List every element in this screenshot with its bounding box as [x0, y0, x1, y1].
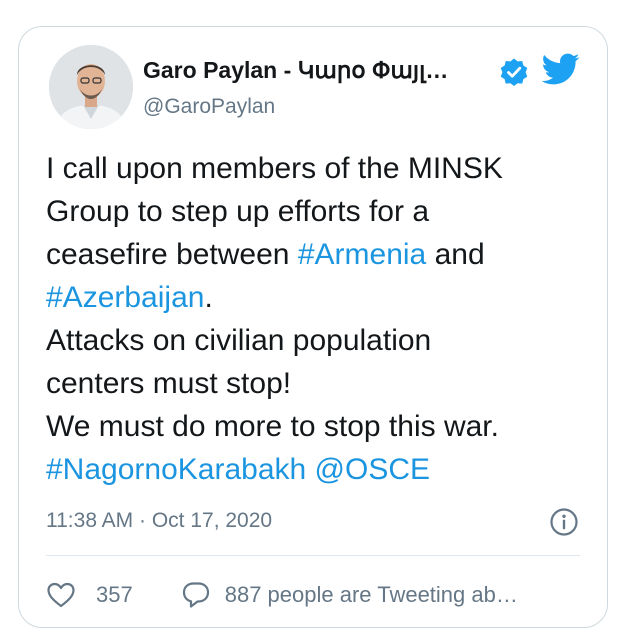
author-handle[interactable]: @GaroPaylan	[143, 95, 275, 119]
tweet-text-segment: We must do more to stop this war.	[46, 410, 499, 443]
conversation-text[interactable]: 887 people are Tweeting ab…	[225, 582, 518, 608]
divider	[46, 555, 580, 556]
tweet-text: I call upon members of the MINSK Group to…	[46, 147, 591, 491]
tweet-timestamp[interactable]: 11:38 AM · Oct 17, 2020	[46, 509, 272, 533]
tweet-actions: 357 887 people are Tweeting ab…	[46, 575, 518, 615]
author-name[interactable]: Garo Paylan - Կարօ Փայլ…	[143, 57, 448, 84]
speech-bubble-icon[interactable]	[181, 580, 211, 610]
tweet-text-segment: .	[204, 281, 213, 314]
hashtag-link[interactable]: #Armenia	[298, 238, 426, 271]
hashtag-link[interactable]: #Azerbaijan	[46, 281, 204, 314]
tweet-text-segment: centers must stop!	[46, 367, 292, 400]
hashtag-link[interactable]: #NagornoKarabakh	[46, 453, 306, 486]
tweet-text-line: #Azerbaijan.	[46, 276, 591, 319]
tweet-text-segment	[306, 453, 314, 486]
tweet-text-line: #NagornoKarabakh @OSCE	[46, 448, 591, 491]
info-icon[interactable]	[549, 507, 579, 537]
like-count[interactable]: 357	[96, 582, 133, 608]
tweet-text-line: I call upon members of the MINSK	[46, 147, 591, 190]
tweet-text-segment: I call upon members of the MINSK	[46, 152, 503, 185]
avatar[interactable]	[49, 45, 133, 129]
tweet-card[interactable]: Garo Paylan - Կարօ Փայլ… @GaroPaylan I c…	[18, 26, 608, 628]
tweet-text-line: centers must stop!	[46, 362, 591, 405]
tweet-text-segment: Attacks on civilian population	[46, 324, 432, 357]
verified-badge-icon	[500, 58, 528, 86]
mention-link[interactable]: @OSCE	[315, 453, 430, 486]
tweet-text-line: Group to step up efforts for a	[46, 190, 591, 233]
tweet-text-segment: and	[426, 238, 485, 271]
twitter-bird-icon[interactable]	[538, 49, 582, 89]
heart-icon[interactable]	[46, 581, 76, 609]
tweet-text-line: We must do more to stop this war.	[46, 405, 591, 448]
tweet-text-segment: ceasefire between	[46, 238, 298, 271]
tweet-text-line: ceasefire between #Armenia and	[46, 233, 591, 276]
tweet-text-segment: Group to step up efforts for a	[46, 195, 429, 228]
avatar-photo	[49, 45, 133, 129]
tweet-text-line: Attacks on civilian population	[46, 319, 591, 362]
